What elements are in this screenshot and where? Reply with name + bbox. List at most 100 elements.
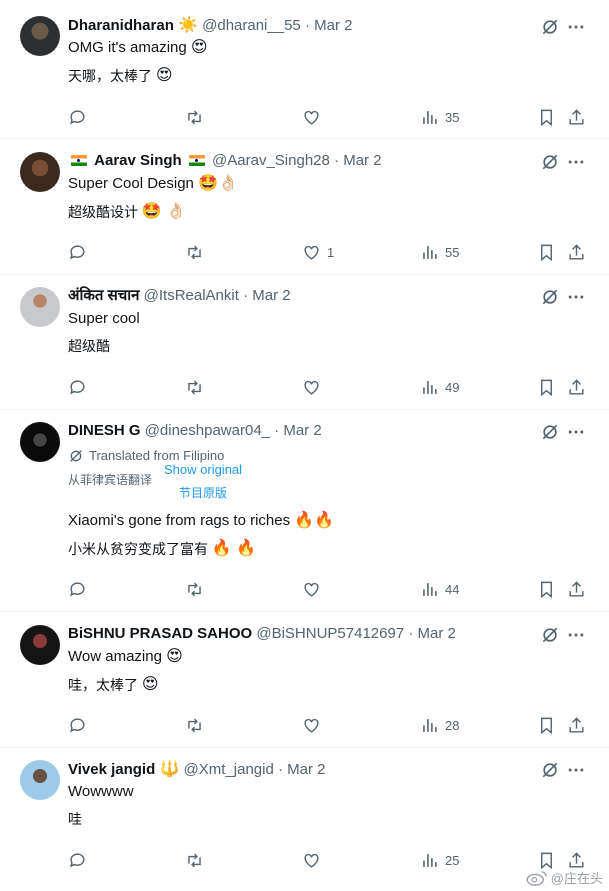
bookmark-button[interactable] (537, 850, 556, 870)
avatar[interactable] (20, 152, 60, 192)
avatar[interactable] (20, 625, 60, 665)
avatar[interactable] (20, 422, 60, 462)
tweet-translation: 哇，太棒了 😍 (68, 676, 159, 693)
repost-button[interactable] (185, 107, 204, 127)
tweet-translation: 小米从贫穷变成了富有 🔥 🔥 (68, 540, 257, 557)
grok-icon[interactable] (540, 625, 560, 645)
repost-button[interactable] (185, 377, 204, 397)
reply-icon (70, 852, 85, 867)
share-button[interactable] (567, 715, 586, 735)
grok-icon[interactable] (540, 287, 560, 307)
views-count: 55 (445, 244, 460, 260)
post-date[interactable]: · Mar 2 (305, 17, 353, 34)
show-original-link[interactable]: Show original (164, 462, 242, 478)
reply-tweet[interactable]: Aarav Singh @Aarav_Singh28 · Mar 2 Super… (0, 139, 609, 275)
repost-icon (188, 110, 201, 124)
heart-eyes-emoji: 😍 (190, 39, 208, 56)
user-handle[interactable]: @ItsRealAnkit (144, 287, 239, 304)
views-button[interactable]: 25 (420, 850, 459, 870)
share-button[interactable] (567, 850, 586, 870)
display-name[interactable]: Vivek jangid (68, 761, 155, 778)
fire-emoji: 🔥🔥 (294, 512, 335, 529)
bookmark-button[interactable] (537, 242, 556, 262)
views-button[interactable]: 35 (420, 107, 459, 127)
action-bar: 44 (0, 579, 609, 599)
display-name[interactable]: Aarav Singh (94, 152, 182, 169)
reply-tweet[interactable]: अंकित सचान @ItsRealAnkit · Mar 2 Super c… (0, 275, 609, 410)
avatar[interactable] (20, 287, 60, 327)
user-handle[interactable]: @dharani__55 (202, 17, 301, 34)
like-button[interactable] (302, 579, 321, 599)
bookmark-button[interactable] (537, 579, 556, 599)
tweet-header: BiSHNU PRASAD SAHOO @BiSHNUP57412697 · M… (68, 624, 539, 644)
user-handle[interactable]: @Xmt_jangid (184, 761, 274, 778)
heart-eyes-emoji: 😍 (155, 67, 173, 84)
more-options-icon[interactable] (566, 422, 586, 442)
repost-button[interactable] (185, 715, 204, 735)
avatar[interactable] (20, 760, 60, 800)
tweet-header: DINESH G @dineshpawar04_ · Mar 2 (68, 421, 539, 441)
post-date[interactable]: · Mar 2 (408, 625, 456, 642)
more-options-icon[interactable] (566, 760, 586, 780)
share-button[interactable] (567, 107, 586, 127)
display-name[interactable]: Dharanidharan (68, 17, 174, 34)
avatar[interactable] (20, 16, 60, 56)
post-date[interactable]: · Mar 2 (274, 422, 322, 439)
share-button[interactable] (567, 377, 586, 397)
like-button[interactable] (302, 107, 321, 127)
like-count: 1 (327, 244, 335, 260)
repost-icon (188, 245, 201, 259)
tweet-text: Wow amazing 😍 (68, 648, 183, 665)
more-options-icon[interactable] (566, 625, 586, 645)
bookmark-button[interactable] (537, 377, 556, 397)
repost-button[interactable] (185, 579, 204, 599)
repost-button[interactable] (185, 242, 204, 262)
reply-button[interactable] (68, 715, 87, 735)
repost-button[interactable] (185, 850, 204, 870)
like-button[interactable] (302, 850, 321, 870)
bookmark-icon (541, 581, 552, 598)
like-button[interactable]: 1 (302, 242, 334, 262)
post-date[interactable]: · Mar 2 (278, 761, 326, 778)
reply-button[interactable] (68, 850, 87, 870)
user-handle[interactable]: @Aarav_Singh28 (212, 152, 330, 169)
bookmark-button[interactable] (537, 715, 556, 735)
repost-icon (188, 380, 201, 394)
reply-tweet[interactable]: Vivek jangid 🔱 @Xmt_jangid · Mar 2 Wowww… (0, 748, 609, 891)
tweet-text: OMG it's amazing 😍 (68, 39, 208, 56)
like-button[interactable] (302, 715, 321, 735)
views-button[interactable]: 28 (420, 715, 459, 735)
heart-eyes-emoji: 😍 (141, 676, 159, 693)
bookmark-button[interactable] (537, 107, 556, 127)
display-name[interactable]: DINESH G (68, 422, 141, 439)
share-button[interactable] (567, 579, 586, 599)
share-button[interactable] (567, 242, 586, 262)
grok-icon[interactable] (540, 17, 560, 37)
more-options-icon[interactable] (566, 152, 586, 172)
like-button[interactable] (302, 377, 321, 397)
grok-icon[interactable] (540, 422, 560, 442)
reply-tweet[interactable]: Dharanidharan ☀️ @dharani__55 · Mar 2 OM… (0, 0, 609, 139)
show-original-zh[interactable]: 节目原版 (179, 485, 227, 501)
user-handle[interactable]: @dineshpawar04_ (145, 422, 270, 439)
views-button[interactable]: 49 (420, 377, 459, 397)
views-button[interactable]: 44 (420, 579, 459, 599)
reply-button[interactable] (68, 242, 87, 262)
grok-icon[interactable] (540, 152, 560, 172)
reply-button[interactable] (68, 107, 87, 127)
more-options-icon[interactable] (566, 17, 586, 37)
display-name[interactable]: BiSHNU PRASAD SAHOO (68, 625, 252, 642)
grok-icon[interactable] (540, 760, 560, 780)
reply-tweet[interactable]: DINESH G @dineshpawar04_ · Mar 2 Transla… (0, 410, 609, 612)
tweet-translation: 哇 (68, 811, 82, 827)
post-date[interactable]: · Mar 2 (243, 287, 291, 304)
user-handle[interactable]: @BiSHNUP57412697 (256, 625, 404, 642)
views-button[interactable]: 55 (420, 242, 459, 262)
reply-button[interactable] (68, 579, 87, 599)
reply-button[interactable] (68, 377, 87, 397)
display-name[interactable]: अंकित सचान (68, 287, 139, 304)
bookmark-icon (541, 717, 552, 734)
post-date[interactable]: · Mar 2 (334, 152, 382, 169)
reply-tweet[interactable]: BiSHNU PRASAD SAHOO @BiSHNUP57412697 · M… (0, 612, 609, 748)
more-options-icon[interactable] (566, 287, 586, 307)
